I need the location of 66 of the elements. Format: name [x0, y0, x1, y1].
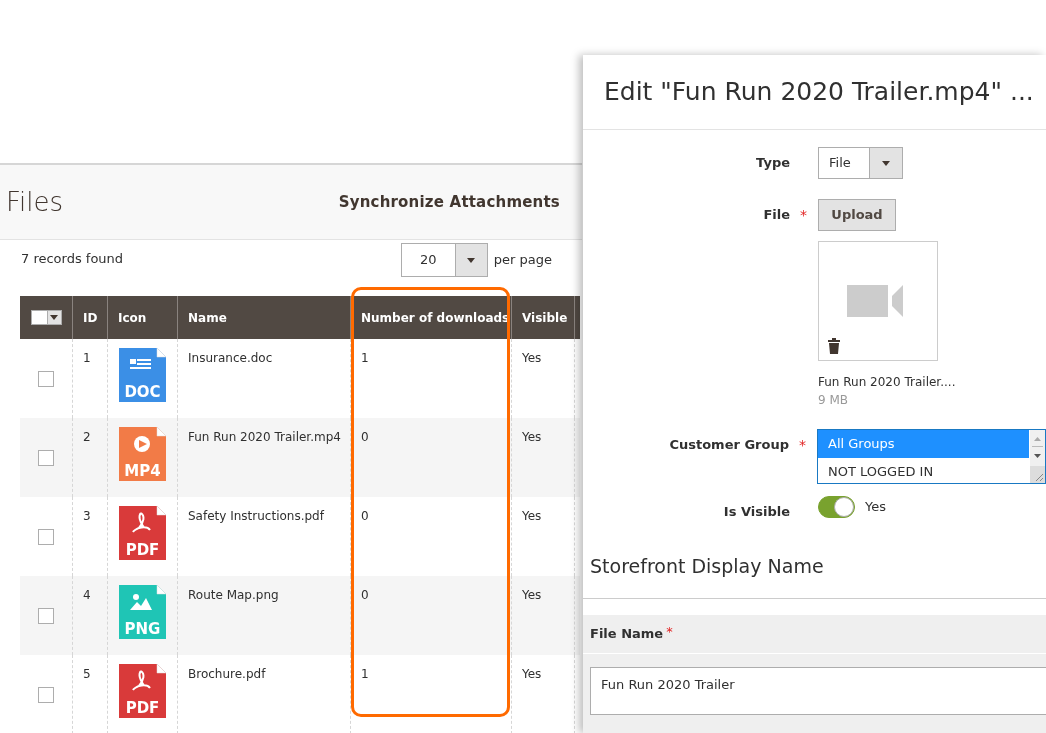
visible-cell: Yes	[522, 667, 542, 681]
visibility-toggle[interactable]	[818, 496, 855, 518]
name-cell: Brochure.pdf	[188, 667, 266, 681]
file-name: Fun Run 2020 Trailer....	[818, 374, 956, 391]
type-select[interactable]: File	[818, 147, 903, 179]
downloads-cell: 1	[361, 667, 369, 681]
required-mark: *	[800, 205, 808, 225]
sync-button[interactable]: Synchronize Attachments	[338, 190, 560, 214]
file-size: 9 MB	[818, 392, 850, 409]
per-page-label: per page	[493, 251, 552, 270]
field-label: Is Visible	[723, 503, 790, 522]
toggle-label: Yes	[865, 498, 886, 517]
id-cell: 5	[83, 667, 91, 681]
row-checkbox[interactable]	[38, 449, 54, 466]
file-type-icon: DOC	[119, 348, 167, 403]
scrollbar-drawing	[1030, 430, 1045, 483]
name-cell: Fun Run 2020 Trailer.mp4	[188, 430, 341, 444]
section-title: Storefront Display Name	[589, 554, 825, 579]
row-checkbox[interactable]	[38, 686, 54, 703]
downloads-cell: 0	[361, 588, 369, 602]
file-type-icon: PDF	[119, 506, 167, 561]
column-header[interactable]: ID	[83, 308, 98, 327]
row-checkbox[interactable]	[38, 370, 54, 387]
row-checkbox[interactable]	[38, 528, 54, 545]
visible-cell: Yes	[522, 430, 542, 444]
downloads-cell: 0	[361, 430, 369, 444]
file-type-icon: MP4	[119, 427, 167, 482]
column-header[interactable]: Icon	[118, 308, 147, 327]
visible-cell: Yes	[522, 509, 542, 523]
panel-title: Files	[6, 185, 64, 219]
field-label: File	[763, 206, 790, 225]
column-header[interactable]: Number of downloads	[361, 308, 510, 327]
name-cell: Insurance.doc	[188, 351, 273, 365]
field-label: Customer Group	[669, 436, 789, 455]
id-cell: 4	[83, 588, 91, 602]
visible-cell: Yes	[522, 588, 542, 602]
required-mark: *	[799, 435, 807, 455]
modal-title: Edit "Fun Run 2020 Trailer.mp4" ...	[604, 76, 1034, 109]
customer-group-list[interactable]: All Groups NOT LOGGED IN	[817, 429, 1046, 484]
delete-icon	[828, 338, 840, 354]
name-cell: Route Map.png	[188, 588, 279, 602]
required-mark: *	[666, 622, 673, 641]
video-camera-icon	[847, 285, 903, 317]
downloads-cell: 0	[361, 509, 369, 523]
caret-icon	[467, 257, 476, 263]
field-label: Type	[756, 154, 790, 173]
file-name-input[interactable]: Fun Run 2020 Trailer	[590, 666, 1046, 715]
mass-select[interactable]	[30, 310, 62, 325]
group-option[interactable]: NOT LOGGED IN	[818, 458, 1029, 483]
file-type-icon: PNG	[119, 585, 167, 640]
row-checkbox[interactable]	[38, 607, 54, 624]
id-cell: 2	[83, 430, 91, 444]
file-type-icon: PDF	[119, 664, 167, 719]
field-label: File Name	[590, 624, 664, 643]
id-cell: 3	[83, 509, 91, 523]
visible-cell: Yes	[522, 351, 542, 365]
per-page-select[interactable]: 20	[400, 243, 488, 277]
caret-icon	[882, 160, 890, 166]
upload-button[interactable]: Upload	[818, 199, 896, 231]
name-cell: Safety Instructions.pdf	[188, 509, 324, 523]
id-cell: 1	[83, 351, 91, 365]
records-count: 7 records found	[21, 250, 124, 269]
downloads-cell: 1	[361, 351, 369, 365]
caret-icon	[50, 315, 58, 320]
column-header[interactable]: Name	[188, 308, 227, 327]
column-header[interactable]: Visible	[522, 308, 568, 327]
